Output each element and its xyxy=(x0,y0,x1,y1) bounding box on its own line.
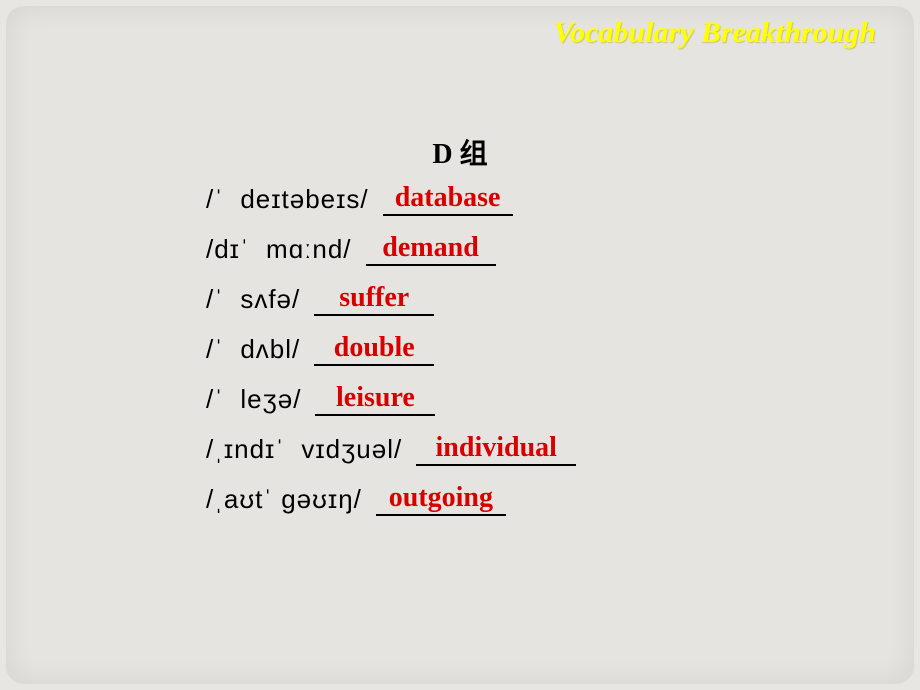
answer-blank: leisure xyxy=(315,382,435,416)
ipa-text: /ˌaʊtˈ gəʊɪŋ/ xyxy=(206,484,362,515)
list-item: /ˈ leʒə/ leisure xyxy=(206,384,576,434)
header-title: Vocabulary Breakthrough xyxy=(553,16,876,50)
ipa-text: /ˈ deɪtəbeɪs/ xyxy=(206,184,369,215)
ipa-text: /dɪˈ mɑːnd/ xyxy=(206,234,352,265)
slide-page: Vocabulary Breakthrough D 组 /ˈ deɪtəbeɪs… xyxy=(6,6,914,684)
list-item: /ˈ sʌfə/ suffer xyxy=(206,284,576,334)
answer-blank: outgoing xyxy=(376,482,506,516)
ipa-text: /ˈ leʒə/ xyxy=(206,384,301,415)
answer-blank: demand xyxy=(366,232,496,266)
list-item: /ˌɪndɪˈ vɪdʒuəl/ individual xyxy=(206,434,576,484)
answer-blank: individual xyxy=(416,432,576,466)
ipa-text: /ˈ sʌfə/ xyxy=(206,284,300,315)
ipa-text: /ˌɪndɪˈ vɪdʒuəl/ xyxy=(206,434,402,465)
group-title: D 组 xyxy=(6,132,914,172)
answer-blank: double xyxy=(314,332,434,366)
list-item: /dɪˈ mɑːnd/ demand xyxy=(206,234,576,284)
item-list: /ˈ deɪtəbeɪs/ database /dɪˈ mɑːnd/ deman… xyxy=(206,184,576,534)
answer-blank: database xyxy=(383,182,513,216)
list-item: /ˈ dʌbl/ double xyxy=(206,334,576,384)
list-item: /ˈ deɪtəbeɪs/ database xyxy=(206,184,576,234)
answer-blank: suffer xyxy=(314,282,434,316)
list-item: /ˌaʊtˈ gəʊɪŋ/ outgoing xyxy=(206,484,576,534)
ipa-text: /ˈ dʌbl/ xyxy=(206,334,300,365)
